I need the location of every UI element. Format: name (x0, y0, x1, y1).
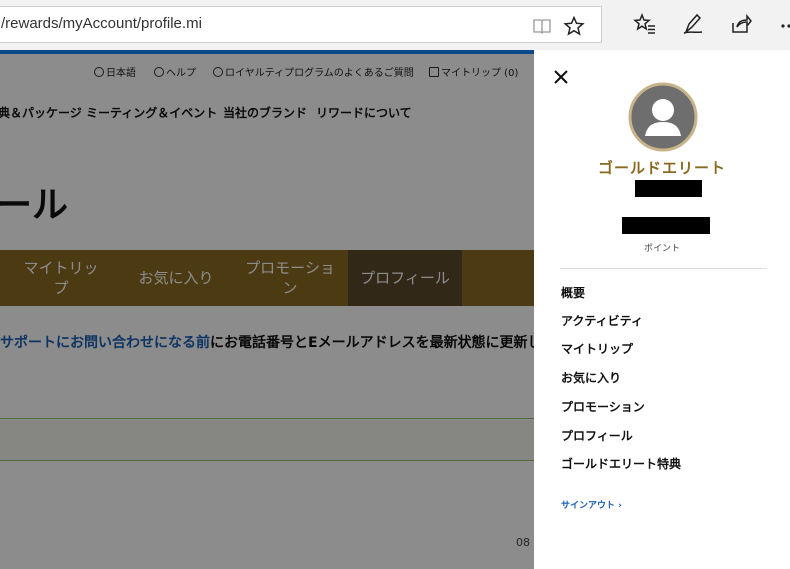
pen-notes-icon[interactable] (681, 12, 705, 36)
membership-tier: ゴールドエリート (597, 159, 726, 177)
panel-divider (560, 268, 767, 269)
account-panel: ゴールドエリート ポイント 概要 アクティビティ マイトリップ お気に入り プロ… (534, 50, 790, 569)
more-icon[interactable] (777, 12, 790, 36)
signout-link[interactable]: サインアウト › (561, 498, 622, 511)
reading-view-icon[interactable] (531, 15, 553, 37)
favorites-hub-icon[interactable] (633, 12, 657, 36)
menu-favorites[interactable]: お気に入り (561, 369, 621, 386)
favorite-star-icon[interactable] (563, 15, 585, 37)
menu-overview[interactable]: 概要 (561, 284, 585, 301)
redacted-points (622, 217, 710, 234)
modal-overlay[interactable] (0, 54, 534, 569)
browser-toolbar: /rewards/myAccount/profile.mi (0, 0, 790, 50)
address-bar[interactable]: /rewards/myAccount/profile.mi (0, 6, 602, 43)
signout-label: サインアウト (561, 501, 616, 511)
points-label: ポイント (643, 244, 680, 254)
chevron-right-icon: › (618, 501, 622, 511)
menu-profile[interactable]: プロフィール (561, 427, 633, 444)
share-icon[interactable] (729, 12, 753, 36)
menu-gold-elite-benefits[interactable]: ゴールドエリート特典 (561, 455, 681, 472)
avatar-icon (628, 82, 698, 152)
menu-my-trips[interactable]: マイトリップ (561, 340, 633, 357)
menu-activity[interactable]: アクティビティ (561, 312, 643, 329)
address-url[interactable]: /rewards/myAccount/profile.mi (1, 15, 202, 32)
close-icon[interactable] (554, 70, 568, 84)
redacted-name (635, 180, 702, 197)
menu-promotions[interactable]: プロモーション (561, 398, 645, 415)
